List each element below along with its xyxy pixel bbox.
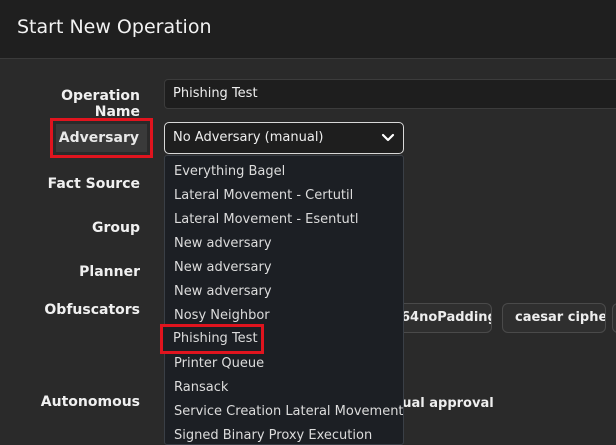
- obfuscator-caesar-cipher-label: caesar cipher: [515, 310, 606, 325]
- dropdown-item[interactable]: Lateral Movement - Certutil: [174, 188, 353, 203]
- chevron-down-icon: [381, 133, 395, 142]
- adversary-select[interactable]: No Adversary (manual): [164, 122, 404, 154]
- dropdown-item[interactable]: Nosy Neighbor: [174, 308, 270, 323]
- obfuscator-caesar-cipher-button[interactable]: caesar cipher: [502, 303, 606, 333]
- operation-name-label: Operation Name: [61, 88, 140, 120]
- autonomous-label: Autonomous: [40, 394, 140, 410]
- dropdown-item[interactable]: Service Creation Lateral Movement: [174, 404, 403, 419]
- operation-name-input[interactable]: Phishing Test: [164, 79, 616, 109]
- dropdown-item[interactable]: Ransack: [174, 380, 228, 395]
- adversary-select-value: No Adversary (manual): [173, 130, 324, 145]
- adversary-label-text: Adversary: [58, 130, 139, 146]
- dropdown-item[interactable]: Everything Bagel: [174, 164, 285, 179]
- page-title: Start New Operation: [17, 16, 212, 38]
- dropdown-item[interactable]: Printer Queue: [174, 356, 264, 371]
- obfuscator-64nopadding-label: 64noPadding: [401, 310, 492, 325]
- dropdown-item[interactable]: Lateral Movement - Esentutl: [174, 212, 358, 227]
- dropdown-item[interactable]: New adversary: [174, 236, 272, 251]
- page-header: Start New Operation: [0, 0, 616, 59]
- dropdown-item-phishing-test-highlight[interactable]: Phishing Test: [160, 324, 264, 354]
- planner-label: Planner: [79, 264, 140, 280]
- adversary-dropdown-list[interactable]: Everything Bagel Lateral Movement - Cert…: [164, 155, 404, 445]
- group-label: Group: [91, 220, 140, 236]
- adversary-label: Adversary: [56, 124, 147, 152]
- fact-source-label: Fact Source: [47, 176, 140, 192]
- obfuscator-next-button[interactable]: [612, 303, 616, 333]
- dropdown-item[interactable]: Signed Binary Proxy Execution: [174, 428, 372, 443]
- manual-approval-option[interactable]: nual approval: [393, 396, 494, 411]
- dropdown-item-phishing-test[interactable]: Phishing Test: [173, 331, 258, 346]
- dropdown-item[interactable]: New adversary: [174, 260, 272, 275]
- obfuscators-label: Obfuscators: [44, 302, 140, 318]
- dropdown-item[interactable]: New adversary: [174, 284, 272, 299]
